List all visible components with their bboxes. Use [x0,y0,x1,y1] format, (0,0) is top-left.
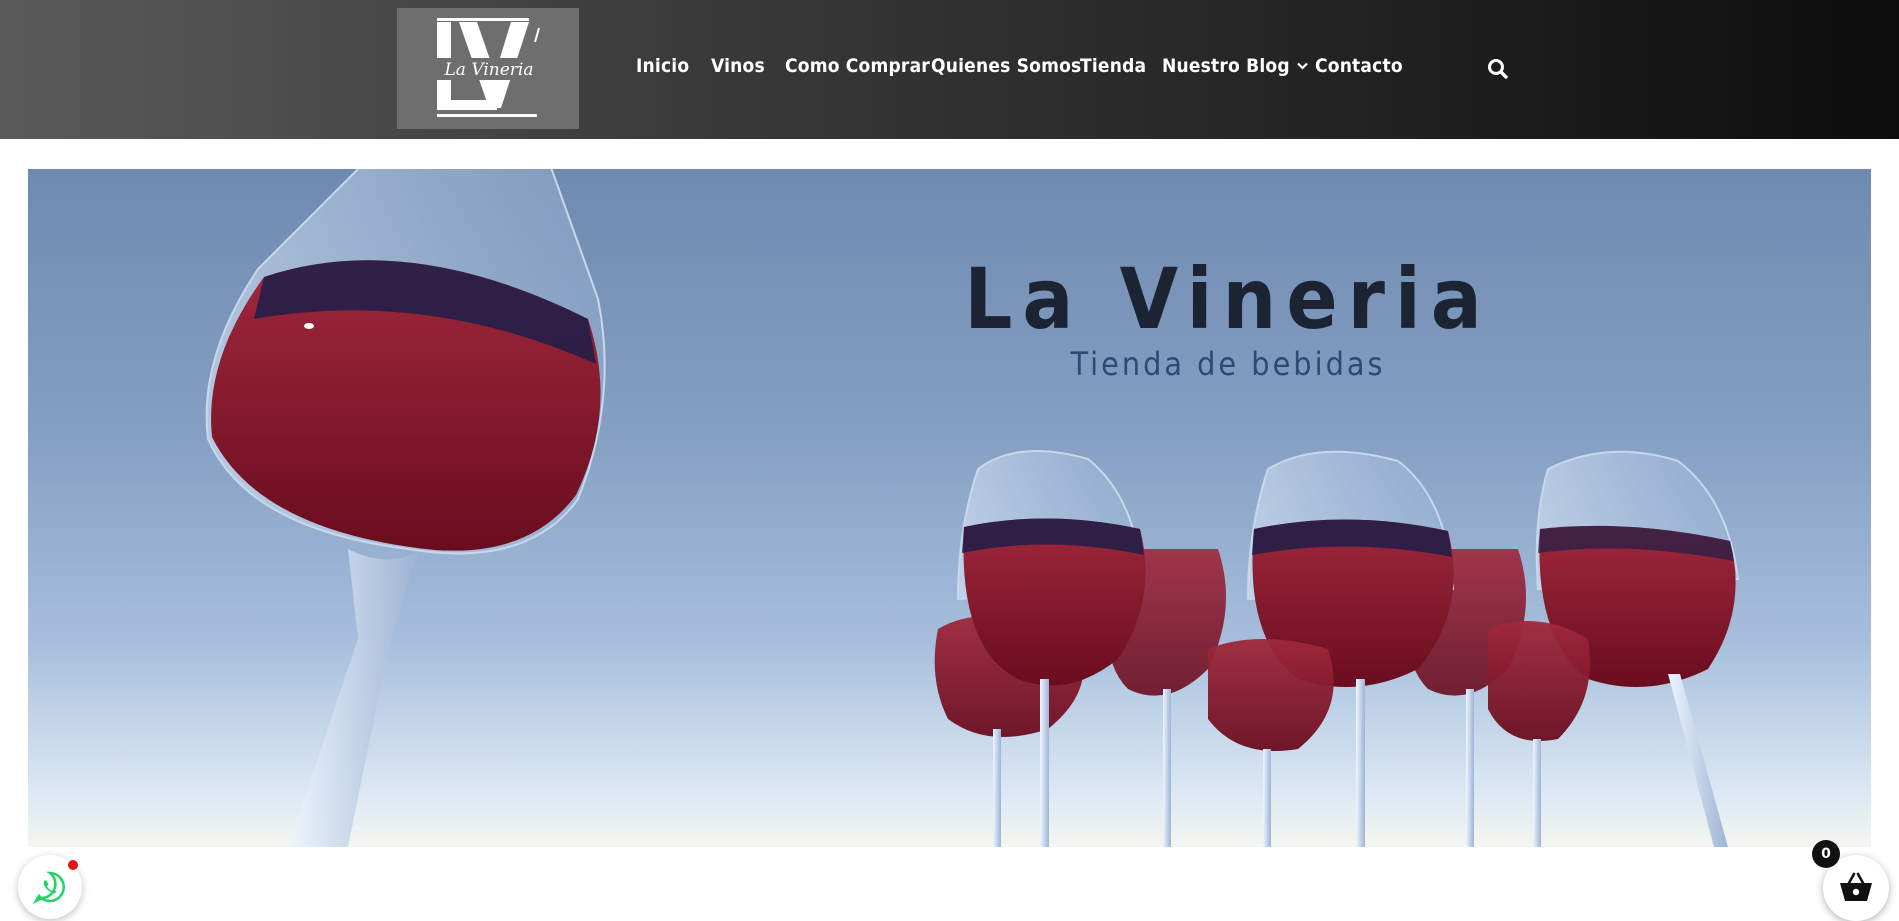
whatsapp-icon [33,871,66,904]
nav-item-contacto[interactable]: Contacto [1315,55,1403,77]
nav-item-quienes-somos[interactable]: Quienes Somos [931,55,1081,77]
search-icon[interactable] [1487,58,1509,80]
hero-subtitle: Tienda de bebidas [1070,345,1386,383]
logo-script-text: La Vineria [444,60,534,80]
hero-banner: La Vineria Tienda de bebidas [28,169,1871,847]
chevron-down-icon [1297,59,1308,74]
nav-item-nuestro-blog[interactable]: Nuestro Blog [1162,55,1308,77]
large-wine-glass [205,169,606,847]
nav-item-vinos[interactable]: Vinos [711,55,765,77]
nav-item-como-comprar[interactable]: Como Comprar [785,55,930,77]
nav-item-nuestro-blog-label: Nuestro Blog [1162,55,1290,77]
site-header: La Vineria Inicio Vinos Como Comprar Qui… [0,0,1899,139]
hero-title: La Vineria [964,250,1492,348]
basket-icon [1840,872,1872,901]
notification-dot [68,860,78,870]
logo-monogram-image: La Vineria [433,18,545,117]
site-logo[interactable]: La Vineria [397,8,579,129]
nav-item-tienda[interactable]: Tienda [1080,55,1146,77]
whatsapp-chat-button[interactable] [18,855,82,919]
wine-glass-group [934,450,1740,847]
nav-item-inicio[interactable]: Inicio [636,55,689,77]
cart-count-badge: 0 [1812,840,1840,868]
